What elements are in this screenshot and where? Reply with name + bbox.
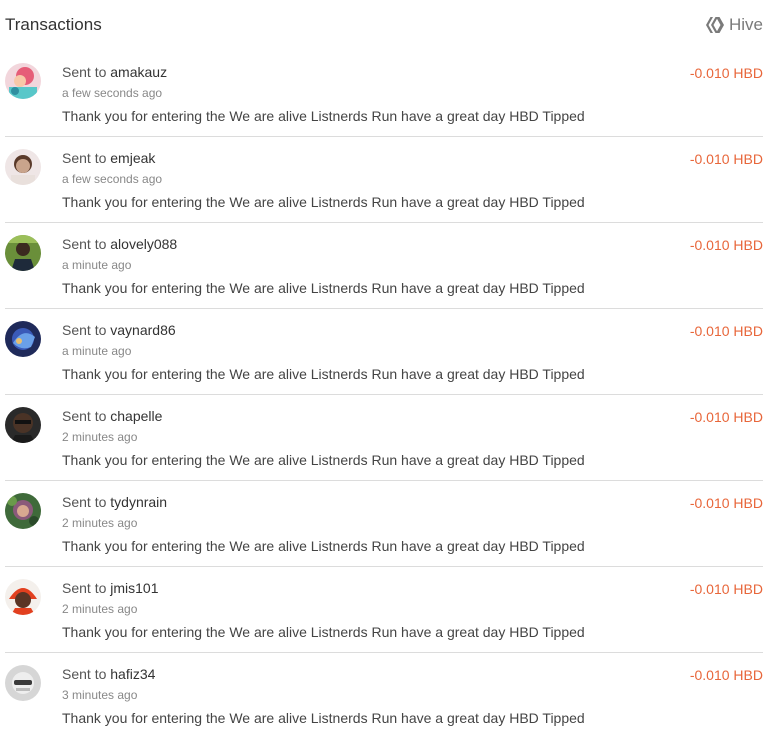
hive-label: Hive <box>728 15 763 34</box>
transaction-time: a few seconds ago <box>62 172 163 186</box>
transaction-time: 2 minutes ago <box>62 602 138 616</box>
transaction-time: 3 minutes ago <box>62 688 138 702</box>
transaction-memo: Thank you for entering the We are alive … <box>62 280 585 296</box>
transaction-prefix: Sent to <box>62 64 111 80</box>
avatar-tydynrain-icon[interactable] <box>5 493 41 529</box>
transaction-memo: Thank you for entering the We are alive … <box>62 452 585 468</box>
transaction-amount: -0.010 HBD <box>689 65 763 81</box>
avatar-chapelle-icon[interactable] <box>5 407 41 443</box>
transaction-prefix: Sent to <box>62 666 111 682</box>
transaction-row[interactable]: Sent to jmis101 2 minutes ago Thank you … <box>5 567 763 653</box>
recipient-link[interactable]: chapelle <box>110 408 162 424</box>
transaction-title: Sent to emjeak <box>62 150 155 166</box>
transaction-prefix: Sent to <box>62 580 111 596</box>
transaction-prefix: Sent to <box>62 494 111 510</box>
transaction-prefix: Sent to <box>62 150 111 166</box>
recipient-link[interactable]: vaynard86 <box>110 322 175 338</box>
avatar-emjeak-icon[interactable] <box>5 149 41 185</box>
transaction-title: Sent to alovely088 <box>62 236 177 252</box>
transaction-amount: -0.010 HBD <box>689 151 763 167</box>
transactions-header: Transactions Hive <box>0 0 775 52</box>
transaction-memo: Thank you for entering the We are alive … <box>62 194 585 210</box>
hive-logo-icon <box>705 17 724 33</box>
transaction-title: Sent to amakauz <box>62 64 167 80</box>
transaction-prefix: Sent to <box>62 236 111 252</box>
transaction-amount: -0.010 HBD <box>689 237 763 253</box>
page-title: Transactions <box>5 15 102 34</box>
recipient-link[interactable]: tydynrain <box>110 494 167 510</box>
transaction-time: 2 minutes ago <box>62 516 138 530</box>
transaction-memo: Thank you for entering the We are alive … <box>62 710 585 726</box>
recipient-link[interactable]: alovely088 <box>110 236 177 252</box>
recipient-link[interactable]: jmis101 <box>110 580 158 596</box>
transaction-row[interactable]: Sent to hafiz34 3 minutes ago Thank you … <box>5 653 763 739</box>
transaction-prefix: Sent to <box>62 322 111 338</box>
transaction-title: Sent to jmis101 <box>62 580 159 596</box>
transaction-title: Sent to chapelle <box>62 408 162 424</box>
transaction-row[interactable]: Sent to vaynard86 a minute ago Thank you… <box>5 309 763 395</box>
transaction-row[interactable]: Sent to alovely088 a minute ago Thank yo… <box>5 223 763 309</box>
recipient-link[interactable]: amakauz <box>110 64 167 80</box>
transaction-prefix: Sent to <box>62 408 111 424</box>
transaction-memo: Thank you for entering the We are alive … <box>62 366 585 382</box>
transaction-amount: -0.010 HBD <box>689 323 763 339</box>
transaction-list: Sent to amakauz a few seconds ago Thank … <box>0 51 775 739</box>
avatar-vaynard86-icon[interactable] <box>5 321 41 357</box>
transaction-title: Sent to hafiz34 <box>62 666 155 682</box>
recipient-link[interactable]: emjeak <box>110 150 155 166</box>
transaction-row[interactable]: Sent to amakauz a few seconds ago Thank … <box>5 51 763 137</box>
transaction-memo: Thank you for entering the We are alive … <box>62 538 585 554</box>
transaction-time: a minute ago <box>62 344 132 358</box>
transaction-memo: Thank you for entering the We are alive … <box>62 108 585 124</box>
avatar-alovely088-icon[interactable] <box>5 235 41 271</box>
transaction-row[interactable]: Sent to chapelle 2 minutes ago Thank you… <box>5 395 763 481</box>
transaction-amount: -0.010 HBD <box>689 581 763 597</box>
transaction-amount: -0.010 HBD <box>689 495 763 511</box>
transaction-time: a few seconds ago <box>62 86 163 100</box>
transaction-time: 2 minutes ago <box>62 430 138 444</box>
avatar-amakauz-icon[interactable] <box>5 63 41 99</box>
transaction-title: Sent to vaynard86 <box>62 322 176 338</box>
avatar-hafiz34-icon[interactable] <box>5 665 41 701</box>
recipient-link[interactable]: hafiz34 <box>110 666 155 682</box>
transactions-panel: Transactions Hive Sent to amakauz a few … <box>0 0 775 741</box>
avatar-jmis101-icon[interactable] <box>5 579 41 615</box>
transaction-amount: -0.010 HBD <box>689 667 763 683</box>
transaction-memo: Thank you for entering the We are alive … <box>62 624 585 640</box>
transaction-amount: -0.010 HBD <box>689 409 763 425</box>
transaction-title: Sent to tydynrain <box>62 494 167 510</box>
transaction-row[interactable]: Sent to tydynrain 2 minutes ago Thank yo… <box>5 481 763 567</box>
hive-network-link[interactable]: Hive <box>705 15 763 35</box>
transaction-time: a minute ago <box>62 258 132 272</box>
transaction-row[interactable]: Sent to emjeak a few seconds ago Thank y… <box>5 137 763 223</box>
